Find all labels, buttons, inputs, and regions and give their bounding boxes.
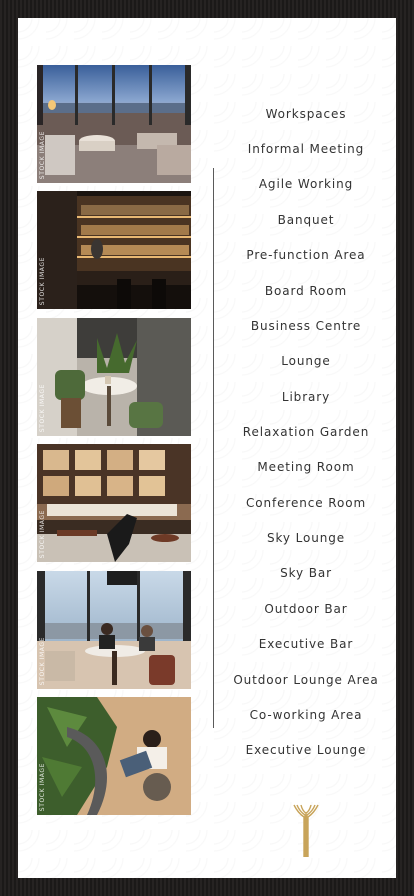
menu-item-banquet[interactable]: Banquet xyxy=(214,213,398,227)
menu-item-board-room[interactable]: Board Room xyxy=(214,284,398,298)
photo-coworking: STOCK IMAGE xyxy=(37,697,191,815)
menu-item-sky-lounge[interactable]: Sky Lounge xyxy=(214,531,398,545)
sky-meeting-image xyxy=(37,571,191,689)
bar-image xyxy=(37,191,191,309)
photo-green-chairs: STOCK IMAGE xyxy=(37,318,191,436)
green-chairs-image xyxy=(37,318,191,436)
photo-label: STOCK IMAGE xyxy=(39,383,46,432)
menu-item-library[interactable]: Library xyxy=(214,390,398,404)
menu-item-lounge[interactable]: Lounge xyxy=(214,354,398,368)
brand-logo-icon xyxy=(293,803,319,859)
menu-item-workspaces[interactable]: Workspaces xyxy=(214,107,398,121)
menu-item-relaxation-garden[interactable]: Relaxation Garden xyxy=(214,425,398,439)
photo-label: STOCK IMAGE xyxy=(39,130,46,179)
city-lounge-image xyxy=(37,65,191,183)
menu-item-outdoor-lounge-area[interactable]: Outdoor Lounge Area xyxy=(214,673,398,687)
menu-item-agile-working[interactable]: Agile Working xyxy=(214,177,398,191)
menu-item-business-centre[interactable]: Business Centre xyxy=(214,319,398,333)
menu-item-outdoor-bar[interactable]: Outdoor Bar xyxy=(214,602,398,616)
menu-item-meeting-room[interactable]: Meeting Room xyxy=(214,460,398,474)
menu-item-pre-function-area[interactable]: Pre-function Area xyxy=(214,248,398,262)
photo-sky-meeting: STOCK IMAGE xyxy=(37,571,191,689)
menu-item-informal-meeting[interactable]: Informal Meeting xyxy=(214,142,398,156)
library-image xyxy=(37,444,191,562)
menu-item-co-working-area[interactable]: Co-working Area xyxy=(214,708,398,722)
photo-label: STOCK IMAGE xyxy=(39,256,46,305)
menu-item-executive-lounge[interactable]: Executive Lounge xyxy=(214,743,398,757)
menu-item-executive-bar[interactable]: Executive Bar xyxy=(214,637,398,651)
photo-label: STOCK IMAGE xyxy=(39,762,46,811)
photo-city-lounge: STOCK IMAGE xyxy=(37,65,191,183)
photo-label: STOCK IMAGE xyxy=(39,509,46,558)
photo-library: STOCK IMAGE xyxy=(37,444,191,562)
menu-item-sky-bar[interactable]: Sky Bar xyxy=(214,566,398,580)
photo-bar: STOCK IMAGE xyxy=(37,191,191,309)
coworking-image xyxy=(37,697,191,815)
menu-item-conference-room[interactable]: Conference Room xyxy=(214,496,398,510)
photo-label: STOCK IMAGE xyxy=(39,636,46,685)
